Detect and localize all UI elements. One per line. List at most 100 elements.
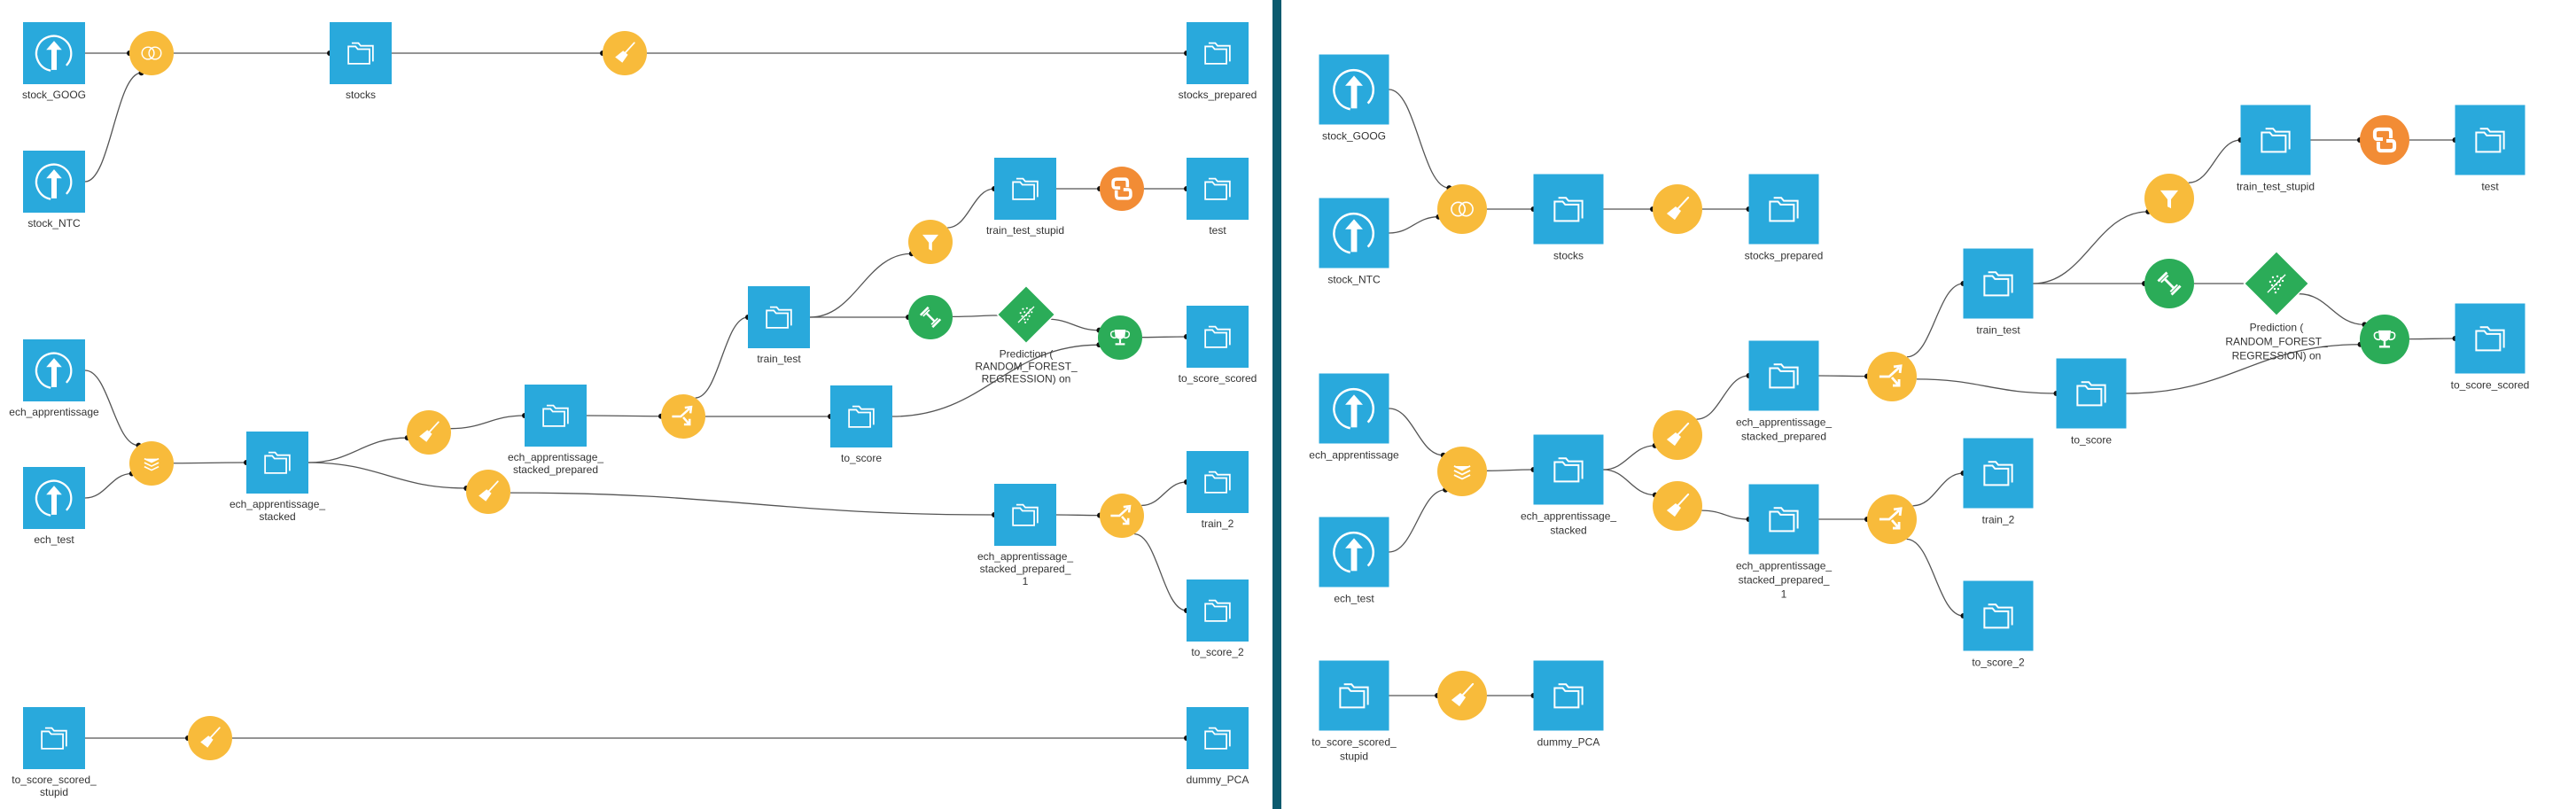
node-prep_c[interactable]: [188, 716, 232, 760]
node-to_score_2[interactable]: to_score_2: [1187, 580, 1249, 658]
edge-split1-to-train_test[interactable]: [695, 316, 749, 399]
node-train_test_stupid[interactable]: train_test_stupid: [986, 158, 1064, 237]
node-train_test[interactable]: train_test: [748, 286, 810, 365]
dataset-tile[interactable]: [1187, 22, 1249, 84]
dataset-tile[interactable]: [1533, 174, 1604, 245]
recipe-join-tile[interactable]: [1437, 184, 1487, 234]
edge-split2-to-to_score_2[interactable]: [1133, 533, 1187, 611]
node-train_2[interactable]: train_2: [1963, 438, 2034, 526]
node-stocks[interactable]: stocks: [330, 22, 392, 101]
edge-ech_test-to-stack1[interactable]: [84, 472, 132, 499]
edge-model1-to-score1[interactable]: [2298, 292, 2365, 326]
recipe-split-tile[interactable]: [1867, 352, 1917, 401]
recipe-stack-tile[interactable]: [1437, 447, 1487, 496]
dataset-tile[interactable]: [994, 158, 1056, 220]
node-stock_NTC[interactable]: stock_NTC: [23, 151, 85, 229]
node-to_score_scored[interactable]: to_score_scored: [2451, 303, 2530, 392]
node-prep_c[interactable]: [1437, 671, 1487, 720]
edge-prep_b-to-ech_apprentissage_stacked_prepared_1[interactable]: [1701, 510, 1749, 520]
node-split2[interactable]: [1867, 494, 1917, 544]
edge-split2-to-train_2[interactable]: [1141, 481, 1187, 507]
node-ech_test[interactable]: ech_test: [23, 467, 85, 546]
recipe-python-tile[interactable]: [1100, 167, 1144, 211]
dataset-tile[interactable]: [1748, 174, 1819, 245]
dataset-tile[interactable]: [525, 385, 587, 447]
node-stocks[interactable]: stocks: [1533, 174, 1604, 262]
node-to_score_scored[interactable]: to_score_scored: [1179, 306, 1257, 385]
dataset-tile[interactable]: [1533, 434, 1604, 505]
recipe-join-tile[interactable]: [129, 31, 174, 75]
dataset-tile[interactable]: [2455, 105, 2525, 175]
node-stock_GOOG[interactable]: stock_GOOG: [1319, 54, 1389, 143]
dataset-tile[interactable]: [330, 22, 392, 84]
edge-ech_apprentissage_stacked-to-prep_a[interactable]: [1603, 445, 1655, 471]
node-test[interactable]: test: [2455, 105, 2525, 193]
dataset-tile[interactable]: [748, 286, 810, 348]
edge-prep_a-to-ech_apprentissage_stacked_prepared[interactable]: [450, 415, 525, 430]
dataset-tile[interactable]: [246, 432, 308, 494]
node-stack1[interactable]: [129, 441, 174, 486]
dataset-tile[interactable]: [1187, 158, 1249, 220]
dataset-tile[interactable]: [1187, 306, 1249, 368]
node-train_test_stupid[interactable]: train_test_stupid: [2237, 105, 2315, 193]
node-stack1[interactable]: [1437, 447, 1487, 496]
dataset-tile[interactable]: [1963, 248, 2034, 319]
node-ech_apprentissage_stacked[interactable]: ech_apprentissage_stacked: [230, 432, 325, 523]
edge-ech_apprentissage_stacked-to-prep_a[interactable]: [307, 437, 408, 463]
edge-ech_apprentissage_stacked_prepared_1-to-split2[interactable]: [1055, 514, 1101, 517]
node-prep_a[interactable]: [1653, 410, 1702, 460]
node-prep_b[interactable]: [466, 470, 510, 514]
node-split2[interactable]: [1100, 494, 1144, 538]
dataset-tile[interactable]: [1187, 451, 1249, 513]
dataset-tile[interactable]: [1187, 580, 1249, 642]
edge-stock_NTC-to-join1[interactable]: [1389, 216, 1439, 234]
node-prep_stocks[interactable]: [1653, 184, 1702, 234]
edge-train1-to-model1[interactable]: [952, 315, 1005, 318]
edge-train_test-to-filter1[interactable]: [2033, 211, 2149, 284]
node-score1[interactable]: [2360, 315, 2409, 364]
node-prep_stocks[interactable]: [603, 31, 647, 75]
node-split1[interactable]: [1867, 352, 1917, 401]
node-join1[interactable]: [1437, 184, 1487, 234]
dataset-tile[interactable]: [994, 484, 1056, 546]
dataset-tile[interactable]: [23, 707, 85, 769]
node-filter1[interactable]: [2144, 174, 2194, 223]
node-python1[interactable]: [2360, 115, 2409, 165]
node-ech_apprentissage[interactable]: ech_apprentissage: [9, 339, 99, 418]
edge-score1-to-to_score_scored[interactable]: [2409, 338, 2455, 340]
edge-stock_GOOG-to-join1[interactable]: [1389, 89, 1450, 189]
node-prep_b[interactable]: [1653, 481, 1702, 531]
dataset-tile[interactable]: [1533, 660, 1604, 731]
node-ech_apprentissage_stacked_prepared_1[interactable]: ech_apprentissage_stacked_prepared_1: [977, 484, 1073, 587]
edge-split2-to-train_2[interactable]: [1912, 472, 1964, 507]
node-model1[interactable]: Prediction (RANDOM_FOREST_REGRESSION) on: [975, 284, 1078, 385]
node-stock_GOOG[interactable]: stock_GOOG: [22, 22, 86, 101]
node-ech_apprentissage_stacked[interactable]: ech_apprentissage_stacked: [1521, 434, 1616, 537]
dataset-tile[interactable]: [1748, 340, 1819, 411]
edge-prep_b-to-ech_apprentissage_stacked_prepared_1[interactable]: [510, 492, 995, 516]
node-filter1[interactable]: [908, 220, 953, 264]
recipe-python-tile[interactable]: [2360, 115, 2409, 165]
node-ech_apprentissage_stacked_prepared[interactable]: ech_apprentissage_stacked_prepared: [508, 385, 603, 476]
edge-split2-to-to_score_2[interactable]: [1906, 538, 1964, 617]
node-dummy_PCA[interactable]: dummy_PCA: [1533, 660, 1604, 749]
node-python1[interactable]: [1100, 167, 1144, 211]
recipe-split-tile[interactable]: [1100, 494, 1144, 538]
node-to_score_scored_stupid[interactable]: to_score_scored_stupid: [12, 707, 97, 798]
edge-filter1-to-train_test_stupid[interactable]: [2188, 139, 2241, 183]
node-test[interactable]: test: [1187, 158, 1249, 237]
edge-prep_a-to-ech_apprentissage_stacked_prepared[interactable]: [1696, 375, 1749, 420]
node-to_score[interactable]: to_score: [830, 385, 892, 464]
edge-train_test-to-filter1[interactable]: [809, 253, 912, 318]
node-train1[interactable]: [908, 295, 953, 339]
node-to_score_2[interactable]: to_score_2: [1963, 580, 2034, 669]
recipe-split-tile[interactable]: [661, 394, 705, 439]
edge-split1-to-train_test[interactable]: [1906, 283, 1964, 358]
edge-ech_apprentissage_stacked-to-prep_b[interactable]: [307, 462, 467, 489]
dataset-tile[interactable]: [1319, 660, 1389, 731]
node-dummy_PCA[interactable]: dummy_PCA: [1187, 707, 1249, 786]
node-train_2[interactable]: train_2: [1187, 451, 1249, 530]
node-score1[interactable]: [1098, 315, 1142, 360]
edge-ech_apprentissage_stacked_prepared-to-split1[interactable]: [1818, 375, 1868, 377]
recipe-stack-tile[interactable]: [129, 441, 174, 486]
